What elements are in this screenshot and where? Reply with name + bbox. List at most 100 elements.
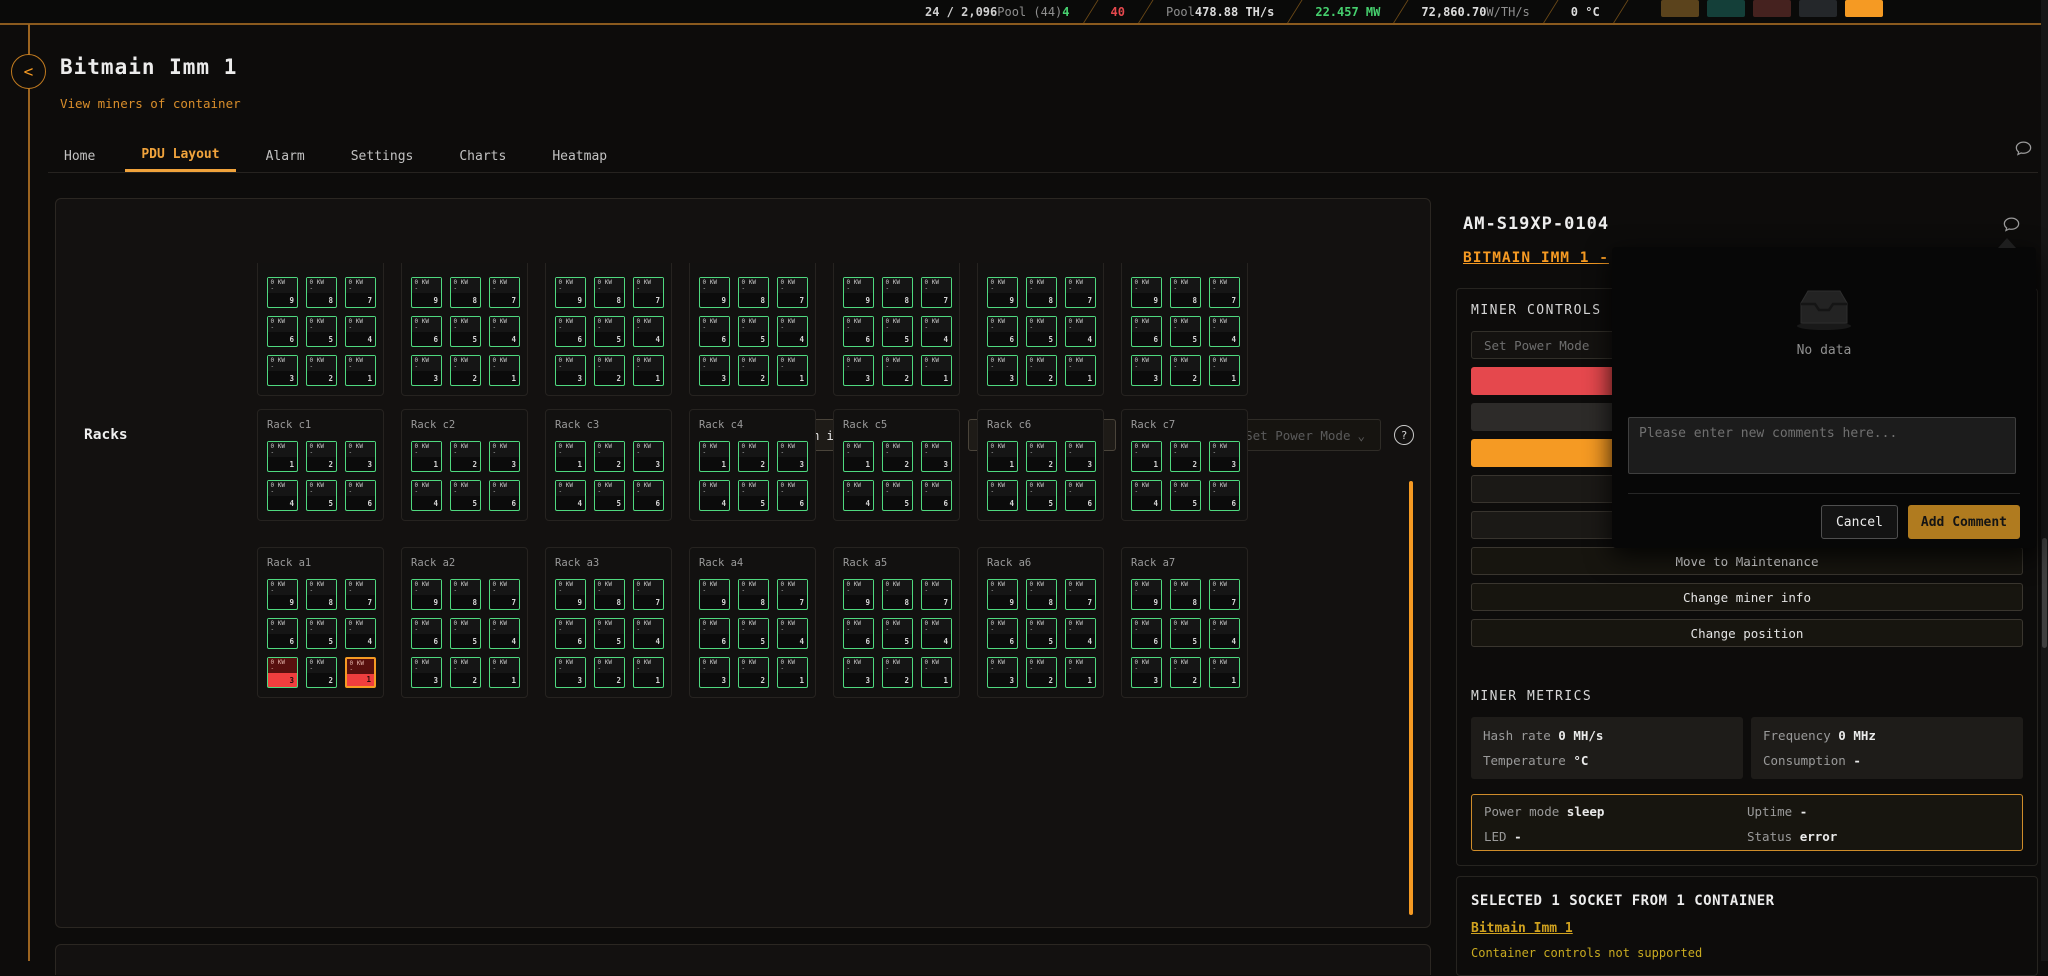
tab-home[interactable]: Home [48,140,111,172]
socket-cell[interactable]: 0 KW-4 [411,480,442,511]
socket-cell[interactable]: 0 KW-3 [987,657,1018,688]
socket-cell[interactable]: 0 KW-2 [738,355,769,386]
socket-cell[interactable]: 0 KW-1 [1209,657,1240,688]
socket-cell[interactable]: 0 KW-6 [987,316,1018,347]
socket-cell[interactable]: 0 KW-1 [489,355,520,386]
tab-charts[interactable]: Charts [443,140,522,172]
socket-cell[interactable]: 0 KW-9 [267,579,298,610]
socket-cell[interactable]: 0 KW-2 [594,355,625,386]
socket-cell[interactable]: 0 KW-1 [1131,441,1162,472]
socket-cell[interactable]: 0 KW-2 [450,657,481,688]
socket-cell[interactable]: 0 KW-8 [882,579,913,610]
status-chip[interactable] [1799,0,1837,17]
socket-cell[interactable]: 0 KW-8 [1026,579,1057,610]
add-comment-button[interactable]: Add Comment [1908,505,2020,539]
socket-cell[interactable]: 0 KW-9 [555,579,586,610]
socket-cell[interactable]: 0 KW-9 [1131,277,1162,308]
socket-cell[interactable]: 0 KW-1 [921,355,952,386]
socket-cell[interactable]: 0 KW-1 [633,355,664,386]
socket-cell[interactable]: 0 KW-1 [1209,355,1240,386]
socket-cell[interactable]: 0 KW-4 [1209,316,1240,347]
status-chip[interactable] [1661,0,1699,17]
socket-cell[interactable]: 0 KW-1 [345,355,376,386]
socket-cell[interactable]: 0 KW-3 [921,441,952,472]
socket-cell[interactable]: 0 KW-7 [633,579,664,610]
socket-cell[interactable]: 0 KW-1 [699,441,730,472]
socket-cell[interactable]: 0 KW-3 [987,355,1018,386]
socket-cell[interactable]: 0 KW-2 [1026,657,1057,688]
socket-cell[interactable]: 0 KW-3 [345,441,376,472]
socket-cell[interactable]: 0 KW-1 [411,441,442,472]
socket-cell[interactable]: 0 KW-8 [1170,277,1201,308]
socket-cell[interactable]: 0 KW-8 [738,579,769,610]
change-position-button[interactable]: Change position [1471,619,2023,647]
socket-cell[interactable]: 0 KW-2 [882,657,913,688]
socket-cell[interactable]: 0 KW-4 [1209,618,1240,649]
socket-cell[interactable]: 0 KW-7 [489,277,520,308]
socket-cell[interactable]: 0 KW-6 [1131,618,1162,649]
socket-cell[interactable]: 0 KW-3 [555,355,586,386]
socket-cell[interactable]: 0 KW-5 [1170,618,1201,649]
socket-cell[interactable]: 0 KW-6 [267,316,298,347]
socket-cell[interactable]: 0 KW-2 [1026,355,1057,386]
socket-cell[interactable]: 0 KW-6 [777,480,808,511]
socket-cell[interactable]: 0 KW-3 [411,657,442,688]
tab-settings[interactable]: Settings [335,140,430,172]
socket-cell[interactable]: 0 KW-4 [921,316,952,347]
socket-cell[interactable]: 0 KW-6 [555,618,586,649]
socket-cell[interactable]: 0 KW-3 [489,441,520,472]
socket-cell[interactable]: 0 KW-3 [1131,657,1162,688]
socket-cell[interactable]: 0 KW-5 [594,316,625,347]
socket-cell[interactable]: 0 KW-4 [777,618,808,649]
socket-cell[interactable]: 0 KW-1 [777,355,808,386]
socket-cell[interactable]: 0 KW-8 [882,277,913,308]
socket-cell[interactable]: 0 KW-6 [699,316,730,347]
socket-cell[interactable]: 0 KW-3 [843,657,874,688]
socket-cell[interactable]: 0 KW-5 [1170,480,1201,511]
socket-cell[interactable]: 0 KW-8 [1170,579,1201,610]
socket-cell[interactable]: 0 KW-1 [921,657,952,688]
socket-cell[interactable]: 0 KW-3 [699,355,730,386]
tab-pdu-layout[interactable]: PDU Layout [125,140,235,172]
selected-container-link[interactable]: Bitmain Imm 1 [1471,921,1573,936]
socket-cell[interactable]: 0 KW-4 [489,316,520,347]
socket-cell[interactable]: 0 KW-3 [1131,355,1162,386]
socket-cell[interactable]: 0 KW-8 [738,277,769,308]
socket-cell[interactable]: 0 KW-4 [555,480,586,511]
socket-cell[interactable]: 0 KW-1 [489,657,520,688]
socket-cell[interactable]: 0 KW-2 [306,441,337,472]
socket-cell[interactable]: 0 KW-3 [411,355,442,386]
socket-cell[interactable]: 0 KW-5 [450,316,481,347]
socket-cell[interactable]: 0 KW-8 [450,579,481,610]
socket-cell[interactable]: 0 KW-2 [882,355,913,386]
status-chip[interactable] [1845,0,1883,17]
socket-cell[interactable]: 0 KW-3 [843,355,874,386]
socket-cell[interactable]: 0 KW-3 [777,441,808,472]
socket-cell[interactable]: 0 KW-1 [555,441,586,472]
page-scrollbar-thumb[interactable] [2042,538,2047,648]
socket-cell[interactable]: 0 KW-1 [987,441,1018,472]
socket-cell[interactable]: 0 KW-5 [594,618,625,649]
socket-cell[interactable]: 0 KW-4 [633,618,664,649]
socket-cell[interactable]: 0 KW-6 [699,618,730,649]
socket-cell[interactable]: 0 KW-4 [921,618,952,649]
socket-cell[interactable]: 0 KW-2 [1170,657,1201,688]
socket-cell[interactable]: 0 KW-2 [450,441,481,472]
socket-cell[interactable]: 0 KW-9 [267,277,298,308]
socket-cell[interactable]: 0 KW-7 [345,277,376,308]
socket-cell[interactable]: 0 KW-3 [699,657,730,688]
miner-container-link[interactable]: BITMAIN IMM 1 - [1463,250,1609,266]
socket-cell[interactable]: 0 KW-3 [1209,441,1240,472]
socket-cell[interactable]: 0 KW-4 [699,480,730,511]
socket-cell[interactable]: 0 KW-7 [633,277,664,308]
socket-cell[interactable]: 0 KW-5 [882,316,913,347]
socket-cell[interactable]: 0 KW-6 [345,480,376,511]
socket-cell[interactable]: 0 KW-5 [1026,618,1057,649]
socket-cell[interactable]: 0 KW-9 [699,579,730,610]
socket-cell[interactable]: 0 KW-7 [1209,579,1240,610]
socket-cell[interactable]: 0 KW-9 [843,579,874,610]
socket-cell[interactable]: 0 KW-5 [1026,316,1057,347]
socket-cell[interactable]: 0 KW-5 [738,480,769,511]
socket-cell[interactable]: 0 KW-3 [267,657,298,688]
socket-cell[interactable]: 0 KW-1 [777,657,808,688]
